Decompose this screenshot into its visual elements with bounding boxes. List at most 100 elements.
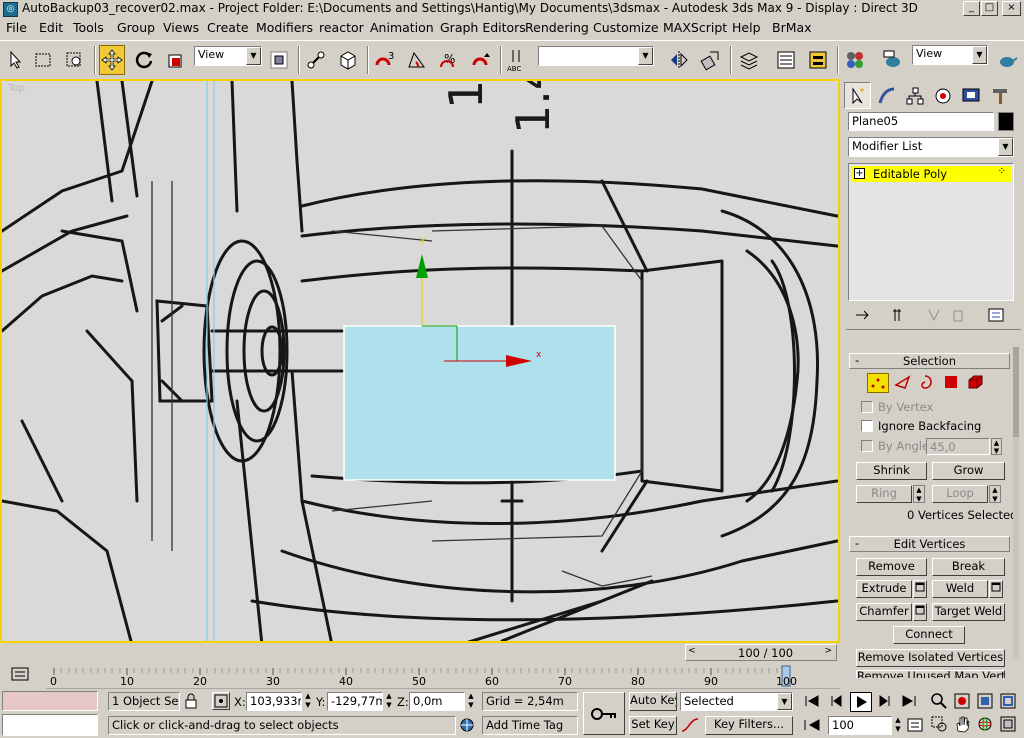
default-tangent-button[interactable] (680, 716, 702, 735)
select-and-rotate-tool[interactable] (131, 45, 157, 75)
angle-spinner-arrows[interactable]: ▲ ▼ (991, 438, 1002, 455)
key-mode-dropdown[interactable]: Selected ▼ (680, 692, 793, 711)
schematic-view-tool[interactable] (805, 45, 831, 75)
selection-lock-toggle[interactable] (184, 693, 200, 710)
tab-hierarchy[interactable] (901, 82, 928, 109)
go-to-start-button[interactable] (802, 693, 824, 711)
maxscript-input-mini[interactable] (2, 714, 98, 736)
auto-key-button[interactable]: Auto Key (629, 692, 677, 711)
use-pivot-center-tool[interactable] (266, 45, 292, 75)
menu-reactor[interactable]: reactor (319, 20, 364, 35)
ignore-backfacing-checkbox[interactable] (861, 420, 873, 432)
track-bar[interactable]: 0 10 20 30 40 50 60 70 80 90 100 (0, 663, 840, 689)
ring-spinner-arrows[interactable]: ▲ ▼ (913, 485, 925, 503)
render-type-dropdown[interactable]: View ▼ (912, 45, 988, 65)
set-key-toggle[interactable] (583, 692, 625, 735)
play-button[interactable] (850, 692, 872, 712)
menu-animation[interactable]: Animation (370, 20, 434, 35)
pan-button[interactable] (953, 715, 973, 735)
menu-views[interactable]: Views (163, 20, 199, 35)
menu-brmax[interactable]: BrMax (772, 20, 812, 35)
slider-prev-icon[interactable]: < (688, 646, 696, 656)
angle-spinner-field[interactable]: 45,0 (926, 438, 990, 455)
spinner-snap-toggle[interactable] (468, 45, 494, 75)
current-frame-spinner[interactable]: ▲ ▼ (893, 716, 903, 735)
previous-frame-button[interactable] (826, 693, 848, 711)
quick-render-tool[interactable] (994, 45, 1020, 75)
pin-stack-button[interactable] (853, 307, 873, 325)
go-to-end-button[interactable] (899, 693, 921, 711)
by-angle-checkbox[interactable] (861, 440, 873, 452)
shrink-button[interactable]: Shrink (856, 462, 927, 480)
expand-plus-icon[interactable]: + (854, 168, 865, 179)
selection-rollout-header[interactable]: - Selection (849, 353, 1010, 369)
key-mode-toggle[interactable] (802, 717, 824, 735)
slider-next-icon[interactable]: > (824, 646, 832, 656)
tab-motion[interactable] (929, 82, 956, 109)
menu-tools[interactable]: Tools (73, 20, 104, 35)
remove-isolated-vertices-button[interactable]: Remove Isolated Vertices (856, 649, 1005, 667)
render-scene-tool[interactable] (880, 45, 906, 75)
zoom-button[interactable] (930, 692, 950, 712)
absolute-mode-toggle[interactable] (212, 692, 230, 710)
z-spinner[interactable]: ▲ ▼ (466, 692, 476, 711)
chamfer-button[interactable]: Chamfer (856, 603, 912, 621)
vertex-subobject-button[interactable] (867, 373, 889, 393)
border-subobject-button[interactable] (917, 373, 939, 393)
percent-snap-toggle[interactable]: % (436, 45, 462, 75)
menu-customize[interactable]: Customize (593, 20, 659, 35)
grow-button[interactable]: Grow (932, 462, 1005, 480)
tab-modify[interactable] (873, 82, 900, 109)
minimize-button[interactable]: _ (963, 1, 980, 16)
close-button[interactable]: × (1002, 1, 1021, 16)
tab-utilities[interactable] (986, 82, 1013, 109)
extrude-settings-button[interactable] (913, 580, 927, 598)
maximize-button[interactable]: □ (981, 1, 998, 16)
region-zoom-button[interactable] (930, 715, 950, 735)
edit-vertices-rollout-header[interactable]: - Edit Vertices (849, 536, 1010, 552)
make-unique-button[interactable] (925, 307, 945, 325)
app-icon[interactable]: ◎ (3, 2, 18, 17)
maxscript-listener-mini[interactable] (2, 691, 98, 711)
named-selection-sets-dropdown[interactable]: ▼ (538, 46, 654, 66)
time-tag-icon-button[interactable] (458, 717, 478, 735)
select-object-tool[interactable] (3, 45, 29, 75)
y-coordinate-field[interactable]: -129,77m (327, 692, 383, 711)
break-button[interactable]: Break (932, 558, 1005, 576)
angle-snap-toggle[interactable] (404, 45, 430, 75)
menu-edit[interactable]: Edit (39, 20, 63, 35)
time-configuration-button[interactable] (906, 717, 926, 735)
time-slider-thumb[interactable]: < 100 / 100 > (685, 644, 837, 661)
menu-modifiers[interactable]: Modifiers (256, 20, 313, 35)
tab-create[interactable] (844, 82, 871, 109)
time-slider[interactable]: < 100 / 100 > (0, 643, 840, 663)
menu-create[interactable]: Create (207, 20, 249, 35)
connect-button[interactable]: Connect (893, 626, 965, 644)
extrude-button[interactable]: Extrude (856, 580, 912, 598)
material-editor-tool[interactable] (842, 45, 868, 75)
zoom-extents-button[interactable] (976, 692, 996, 712)
scrollbar-thumb[interactable] (1013, 347, 1019, 437)
edit-named-selection-tool[interactable]: ABC (505, 45, 531, 75)
select-and-move-tool[interactable] (99, 45, 125, 75)
align-tool[interactable] (698, 45, 724, 75)
chamfer-settings-button[interactable] (913, 603, 927, 621)
modifier-list-dropdown[interactable]: Modifier List ▼ (848, 137, 1014, 157)
zoom-all-button[interactable] (953, 692, 973, 712)
reference-coordinate-dropdown[interactable]: View ▼ (194, 46, 262, 66)
menu-maxscript[interactable]: MAXScript (663, 20, 727, 35)
bind-space-warp-tool[interactable] (335, 45, 361, 75)
layer-manager-tool[interactable] (736, 45, 762, 75)
menu-graph-editors[interactable]: Graph Editors (440, 20, 526, 35)
key-filters-button[interactable]: Key Filters... (705, 716, 793, 735)
next-frame-button[interactable] (875, 693, 897, 711)
menu-help[interactable]: Help (732, 20, 761, 35)
snap-toggle[interactable]: 3 (372, 45, 398, 75)
arc-rotate-button[interactable] (976, 715, 996, 735)
weld-settings-button[interactable] (989, 580, 1003, 598)
menu-rendering[interactable]: Rendering (525, 20, 589, 35)
current-frame-field[interactable]: 100 (828, 716, 892, 735)
mirror-tool[interactable] (666, 45, 692, 75)
x-spinner[interactable]: ▲ ▼ (303, 692, 313, 711)
ring-button[interactable]: Ring (856, 485, 912, 503)
